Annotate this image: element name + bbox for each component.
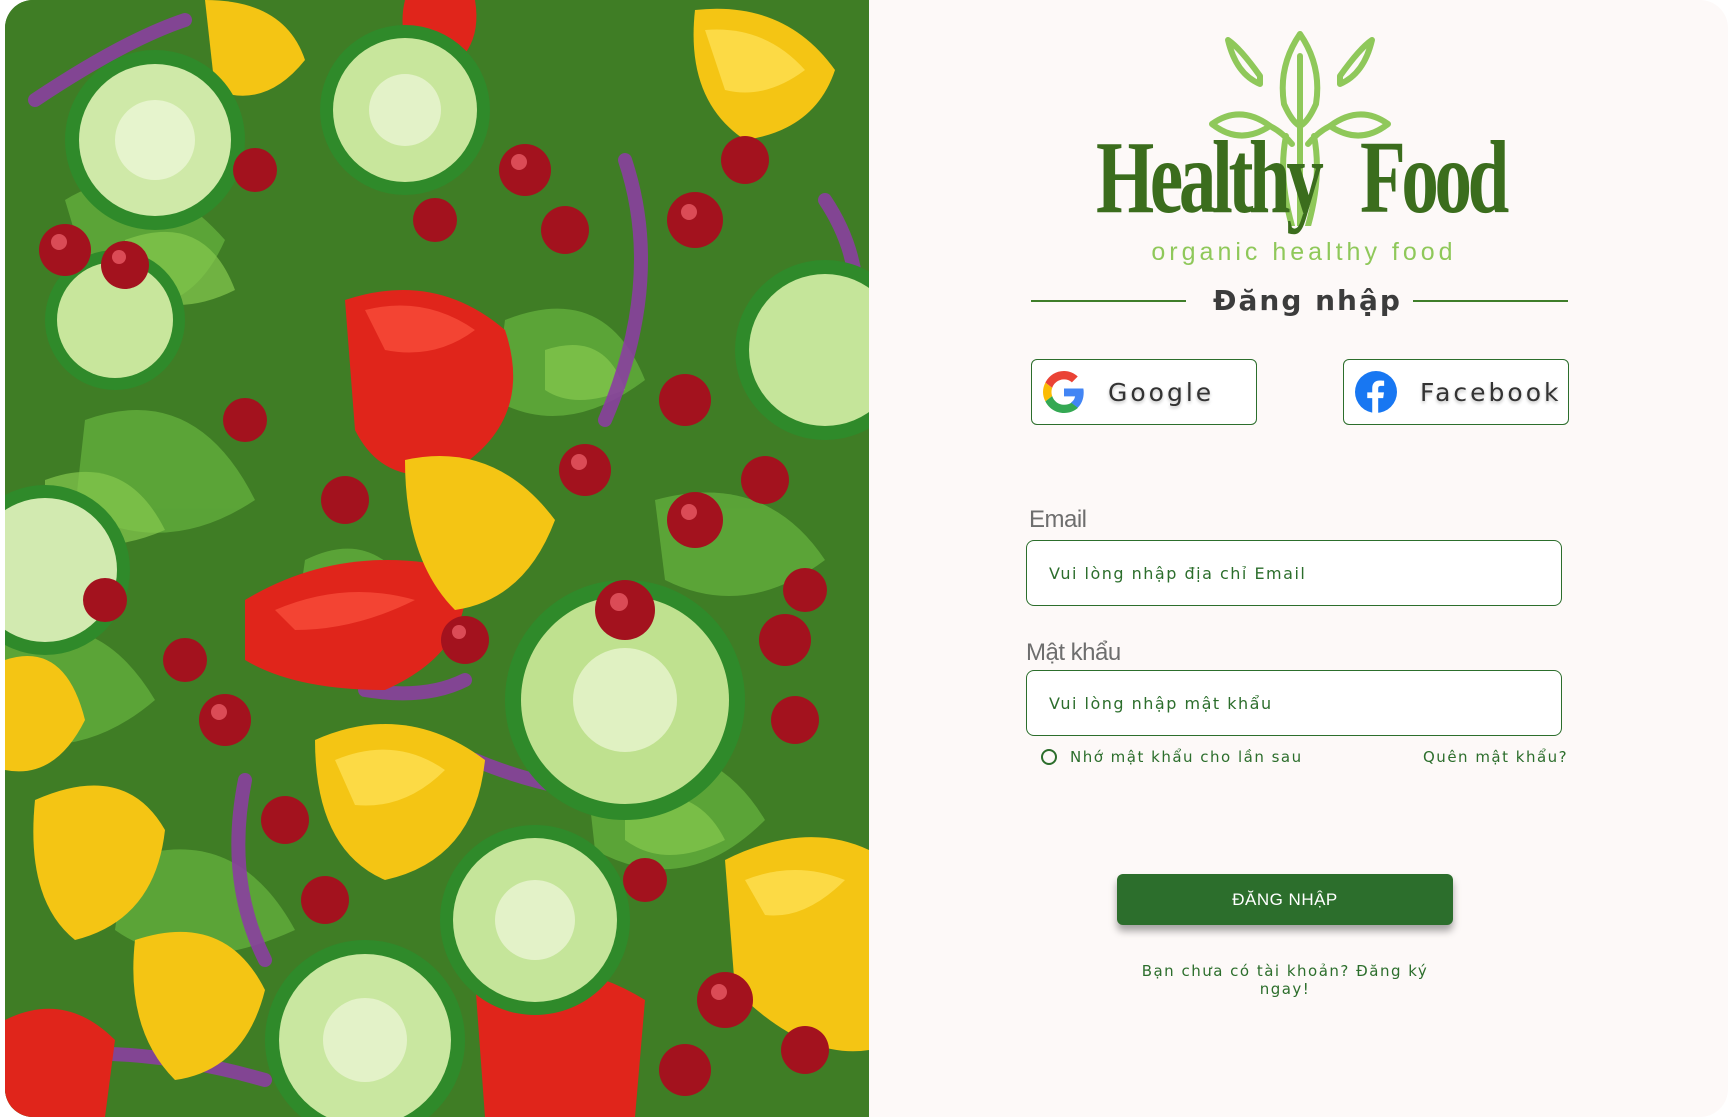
facebook-icon: [1354, 370, 1398, 414]
salad-photo: [5, 0, 869, 1117]
password-label: Mật khẩu: [1026, 639, 1121, 666]
password-field-box: [1026, 670, 1562, 736]
google-icon: [1042, 370, 1086, 414]
logo-word-food: Food: [1360, 120, 1509, 235]
remember-me-option[interactable]: Nhớ mật khẩu cho lần sau: [1041, 748, 1303, 766]
email-field-box: [1026, 540, 1562, 606]
remember-me-radio[interactable]: [1041, 749, 1057, 765]
logo-tagline: organic healthy food: [1151, 238, 1457, 266]
heading-divider-left: [1031, 300, 1186, 302]
app-frame: Healthy Food organic healthy food Đăng n…: [5, 0, 1728, 1117]
signup-link[interactable]: Bạn chưa có tài khoản? Đăng ký ngay!: [1115, 962, 1455, 998]
forgot-password-link[interactable]: Quên mật khẩu?: [1423, 748, 1568, 766]
heading-divider-right: [1413, 300, 1568, 302]
login-button[interactable]: ĐĂNG NHẬP: [1117, 874, 1453, 925]
healthy-food-logo: Healthy Food organic healthy food: [1090, 26, 1510, 271]
email-label: Email: [1029, 506, 1087, 533]
facebook-label: Facebook: [1420, 377, 1562, 407]
google-login-button[interactable]: Google: [1031, 359, 1257, 425]
google-label: Google: [1108, 377, 1215, 407]
facebook-login-button[interactable]: Facebook: [1343, 359, 1569, 425]
remember-me-label: Nhớ mật khẩu cho lần sau: [1070, 748, 1303, 766]
logo-word-healthy: Healthy: [1096, 120, 1324, 235]
login-heading: Đăng nhập: [1213, 284, 1402, 317]
email-input[interactable]: [1047, 562, 1541, 584]
password-input[interactable]: [1047, 692, 1541, 714]
